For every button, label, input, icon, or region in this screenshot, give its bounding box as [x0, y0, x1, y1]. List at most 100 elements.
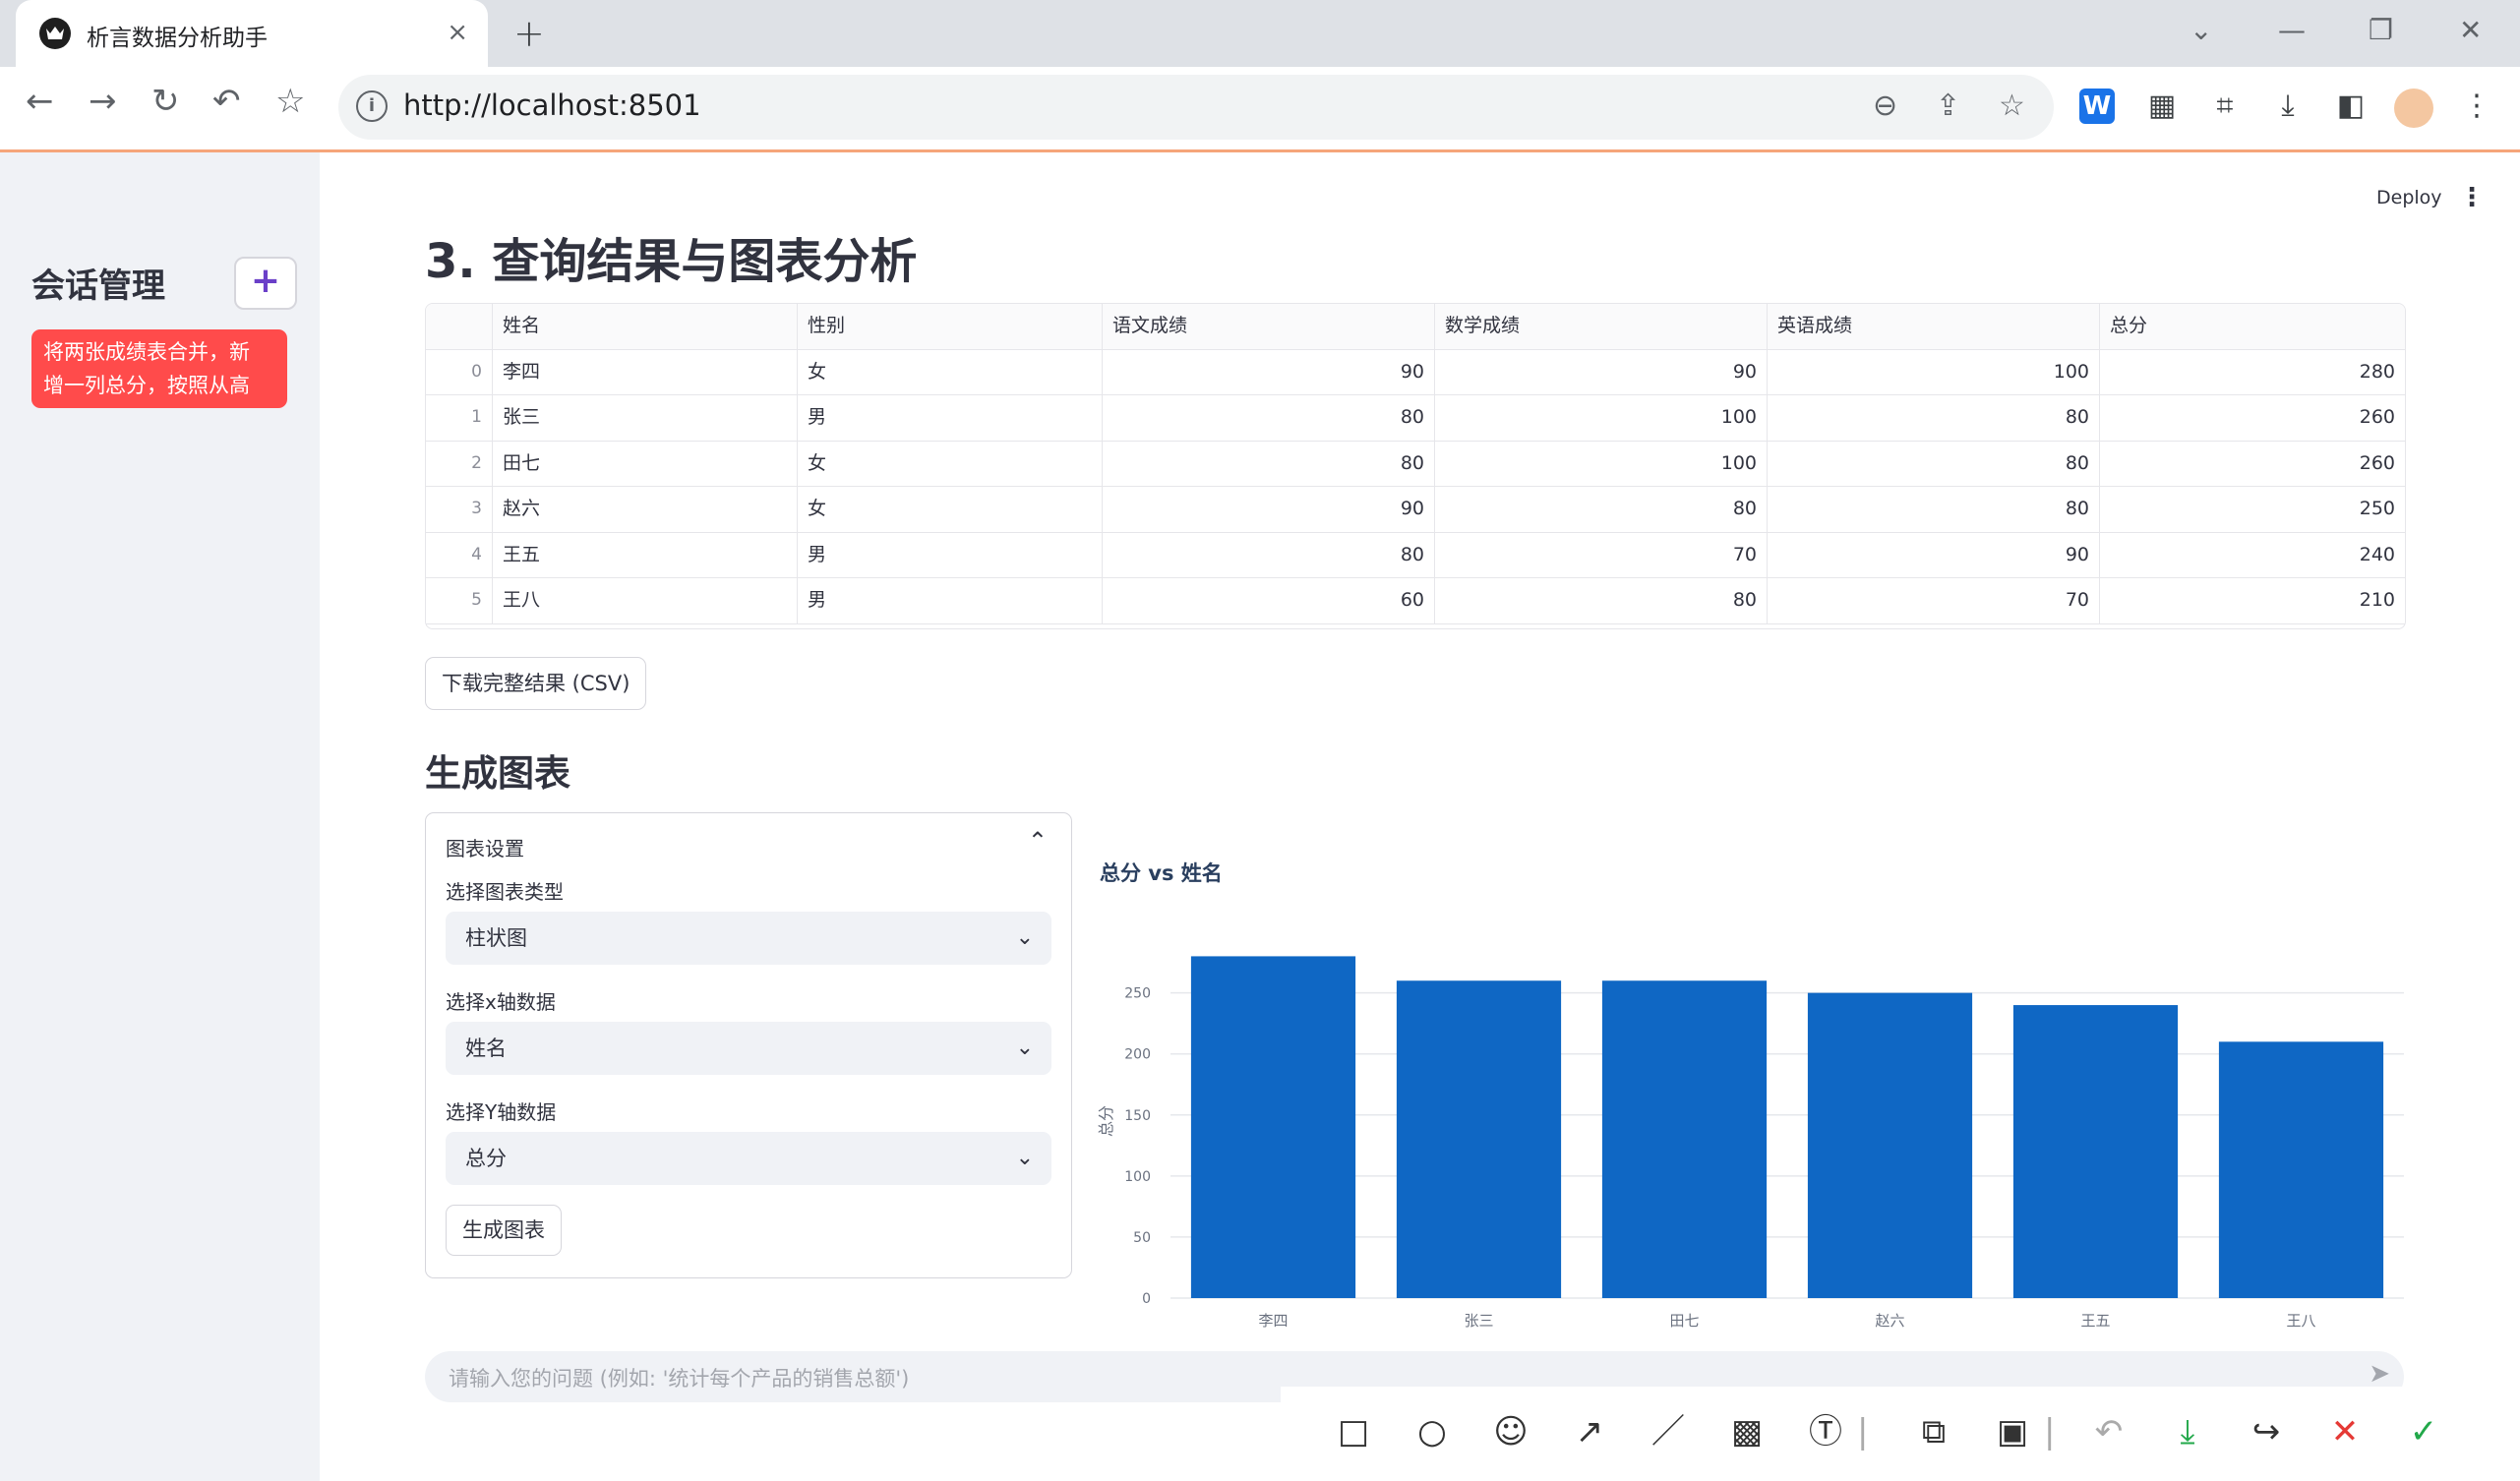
table-row[interactable]: 3 赵六女 90 80 80 250	[426, 487, 2405, 533]
minimize-icon[interactable]: —	[2278, 14, 2306, 46]
table-cell: 王八	[493, 578, 798, 623]
reload-icon[interactable]: ↻	[151, 85, 180, 118]
x-axis-select[interactable]: 姓名 ⌄	[446, 1022, 1051, 1075]
y-axis-title: 总分	[1097, 1105, 1115, 1137]
y-tick-label: 50	[1133, 1230, 1151, 1246]
result-table[interactable]: 姓名 性别 语文成绩 数学成绩 英语成绩 总分 0 李四女 90 90 100 280 1 张…	[425, 303, 2406, 629]
browser-tab[interactable]: 析言数据分析助手 ×	[16, 0, 488, 67]
sidebar: 会话管理 + 将两张成绩表合并，新 增一列总分，按照从高	[0, 152, 320, 1481]
table-row[interactable]: 0 李四女 90 90 100 280	[426, 349, 2405, 395]
generate-chart-button[interactable]: 生成图表	[446, 1205, 562, 1256]
site-info-icon[interactable]: i	[356, 90, 388, 122]
bar[interactable]	[1807, 992, 1973, 1298]
share-icon[interactable]: ⇪	[1936, 89, 1960, 123]
table-cell: 100	[1435, 441, 1768, 486]
row-index: 4	[426, 532, 493, 577]
chevron-up-icon[interactable]: ⌃	[1028, 827, 1048, 855]
table-cell: 80	[1103, 441, 1435, 486]
tab-close-icon[interactable]: ×	[447, 18, 468, 47]
word-extension-icon[interactable]: W	[2079, 89, 2115, 124]
ellipse-tool-icon[interactable]: ○	[1410, 1410, 1454, 1453]
mosaic-tool-icon[interactable]: ▩	[1725, 1410, 1769, 1453]
chart-settings-title[interactable]: 图表设置	[446, 833, 524, 861]
add-session-button[interactable]: +	[234, 257, 297, 310]
pen-tool-icon[interactable]: ／	[1647, 1410, 1690, 1453]
emoji-tool-icon[interactable]: ☺	[1489, 1410, 1532, 1453]
chart-title: 总分 vs 姓名	[1100, 861, 1223, 885]
arrow-tool-icon[interactable]: ↗	[1568, 1410, 1611, 1453]
tab-search-chevron-icon[interactable]: ⌄	[2190, 14, 2212, 46]
bar[interactable]	[1601, 980, 1768, 1298]
bar[interactable]	[2012, 1005, 2179, 1298]
crop-icon[interactable]: ⌗	[2207, 89, 2243, 124]
table-cell: 女	[798, 441, 1103, 486]
zoom-icon[interactable]: ⊖	[1873, 89, 1897, 123]
share-tool-icon[interactable]: ↪	[2245, 1410, 2288, 1453]
table-row[interactable]: 4 王五男 80 70 90 240	[426, 532, 2405, 578]
send-icon[interactable]: ➤	[2369, 1359, 2390, 1389]
table-row[interactable]: 2 田七女 80 100 80 260	[426, 441, 2405, 487]
browser-menu-icon[interactable]: ⋮	[2459, 89, 2494, 124]
table-cell: 280	[2359, 360, 2395, 383]
table-cell: 240	[2359, 543, 2395, 565]
generate-chart-heading: 生成图表	[425, 752, 570, 795]
table-row[interactable]: 5 王八男 60 80 70 210	[426, 578, 2405, 624]
table-cell: 260	[2359, 406, 2395, 428]
side-panel-icon[interactable]: ◧	[2333, 89, 2369, 124]
rectangle-tool-icon[interactable]: □	[1332, 1410, 1375, 1453]
x-tick-label: 田七	[1669, 1312, 1699, 1330]
bar[interactable]	[1396, 980, 1562, 1298]
restore-icon[interactable]: ❐	[2369, 14, 2393, 46]
bookmark-star-icon[interactable]: ☆	[275, 85, 305, 118]
close-window-icon[interactable]: ✕	[2459, 14, 2482, 46]
table-cell: 80	[1768, 441, 2100, 486]
session-item[interactable]: 将两张成绩表合并，新 增一列总分，按照从高	[31, 329, 287, 408]
column-header[interactable]: 姓名	[493, 304, 798, 349]
table-cell: 张三	[493, 395, 798, 441]
main-menu-icon[interactable]: ⋮	[2459, 183, 2485, 212]
column-header[interactable]: 性别	[798, 304, 1103, 349]
column-header[interactable]: 数学成绩	[1435, 304, 1768, 349]
ocr-tool-icon[interactable]: ▣	[1991, 1410, 2034, 1453]
table-cell: 男	[798, 532, 1103, 577]
table-cell: 80	[1103, 395, 1435, 441]
table-row[interactable]: 1 张三男 80 100 80 260	[426, 395, 2405, 442]
bar[interactable]	[1190, 956, 1356, 1298]
bar-chart[interactable]: 0 50 100 150 200 250 李四 张三 田七 赵六 王五 王八 总分	[1092, 934, 2410, 1337]
translate-tool-icon[interactable]: ⧉	[1912, 1410, 1955, 1453]
row-index: 3	[426, 487, 493, 532]
back-arrow-icon[interactable]: ←	[26, 85, 54, 118]
save-tool-icon[interactable]: ⤓	[2166, 1410, 2209, 1453]
star-icon[interactable]: ☆	[1999, 89, 2025, 123]
undo-tool-icon[interactable]: ↶	[2087, 1410, 2130, 1453]
profile-avatar[interactable]	[2394, 89, 2433, 128]
cancel-icon[interactable]: ✕	[2323, 1410, 2367, 1453]
deploy-button[interactable]: Deploy	[2376, 187, 2442, 208]
new-tab-icon[interactable]: +	[513, 12, 545, 55]
table-cell: 赵六	[493, 487, 798, 532]
table-cell: 90	[1103, 487, 1435, 532]
address-bar[interactable]: i http://localhost:8501 ⊖ ⇪ ☆	[338, 75, 2054, 140]
apps-grid-icon[interactable]: ▦	[2144, 89, 2180, 124]
x-tick-label: 王八	[2286, 1312, 2315, 1330]
forward-arrow-icon[interactable]: →	[89, 85, 117, 118]
table-header-row: 姓名 性别 语文成绩 数学成绩 英语成绩 总分	[426, 304, 2405, 350]
app-favicon-icon	[39, 18, 71, 49]
bar[interactable]	[2218, 1041, 2384, 1298]
chart-type-select[interactable]: 柱状图 ⌄	[446, 912, 1051, 965]
download-csv-button[interactable]: 下载完整结果 (CSV)	[425, 657, 647, 710]
confirm-icon[interactable]: ✓	[2402, 1410, 2445, 1453]
url-text[interactable]: http://localhost:8501	[403, 89, 701, 122]
download-icon[interactable]: ⤓	[2270, 89, 2306, 124]
column-header[interactable]: 语文成绩	[1103, 304, 1435, 349]
text-tool-icon[interactable]: Ⓣ	[1804, 1410, 1847, 1453]
y-axis-select[interactable]: 总分 ⌄	[446, 1132, 1051, 1185]
row-index: 2	[426, 441, 493, 486]
undo-icon[interactable]: ↶	[212, 85, 241, 118]
y-tick-label: 200	[1124, 1047, 1151, 1063]
column-header[interactable]: 总分	[2100, 304, 2405, 349]
chevron-down-icon: ⌄	[1015, 1036, 1034, 1060]
query-result-heading: 3. 查询结果与图表分析	[425, 234, 918, 289]
x-tick-label: 赵六	[1875, 1312, 1904, 1330]
column-header[interactable]: 英语成绩	[1768, 304, 2100, 349]
